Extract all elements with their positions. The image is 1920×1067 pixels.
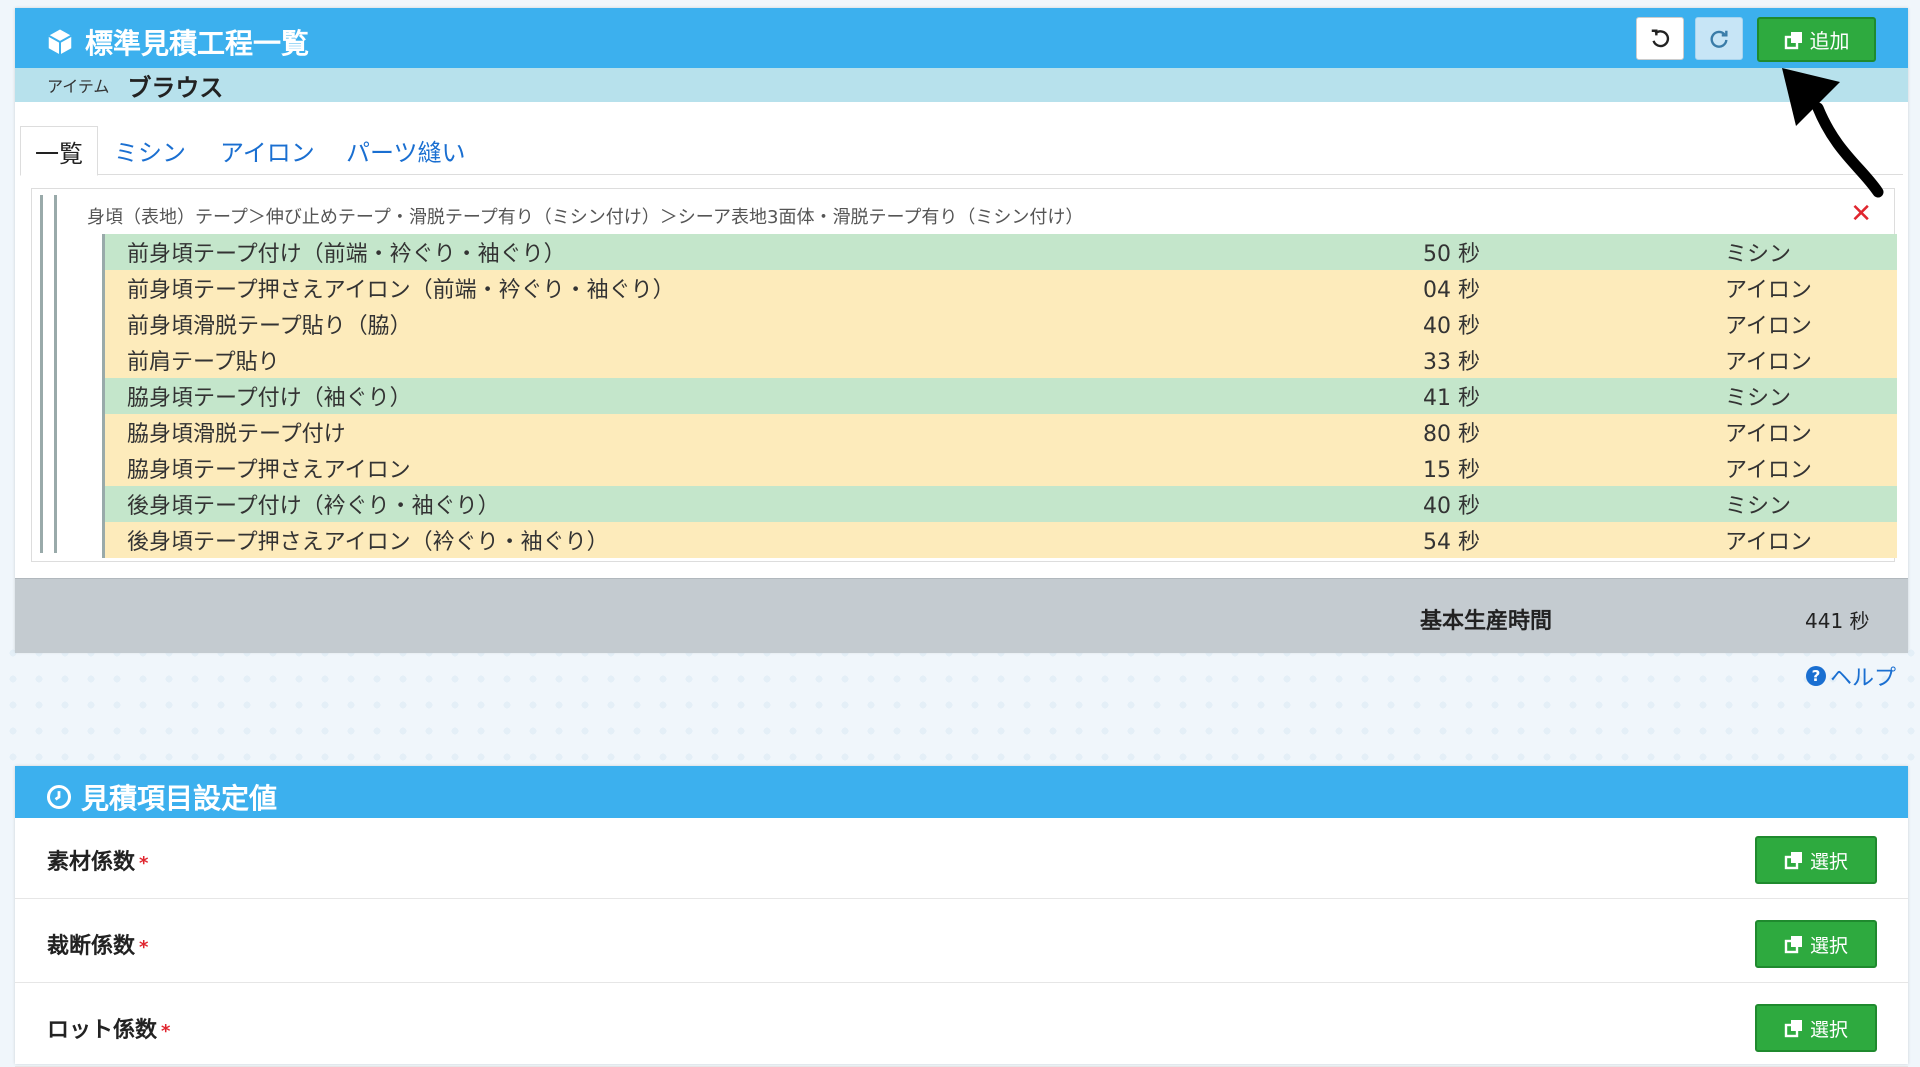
row-name: 脇身頃テープ付け（袖ぐり） xyxy=(127,386,412,411)
standard-process-panel: 標準見積工程一覧 追加 アイテム ブラウス 一覧 ミシン アイロン パーツ縫い … xyxy=(15,8,1908,653)
row-process: アイロン xyxy=(1725,314,1812,339)
required-mark: * xyxy=(139,853,149,874)
tree-line xyxy=(54,195,57,553)
row-name: 後身頃テープ押さえアイロン（衿ぐり・袖ぐり） xyxy=(127,530,609,555)
tree-line xyxy=(40,195,43,553)
field-label-text: 素材係数 xyxy=(47,850,136,875)
undo-icon xyxy=(1651,29,1670,47)
process-group: 身頃（表地）テープ＞伸び止めテープ・滑脱テープ有り（ミシン付け）＞シーア表地3面… xyxy=(31,188,1897,562)
question-icon: ? xyxy=(1806,666,1826,686)
item-bar: アイテム ブラウス xyxy=(15,68,1908,102)
row-time: 33 秒 xyxy=(1423,350,1480,375)
row-process: ミシン xyxy=(1725,386,1792,411)
copy-icon xyxy=(1784,852,1802,870)
panel-header: 見積項目設定値 xyxy=(15,766,1908,818)
field-row-cutting: 裁断係数 * 選択 xyxy=(15,902,1908,983)
help-link[interactable]: ? ヘルプ xyxy=(1806,660,1896,692)
field-label-text: 裁断係数 xyxy=(47,934,136,959)
row-process: アイロン xyxy=(1725,278,1812,303)
row-name: 脇身頃テープ押さえアイロン xyxy=(127,458,411,483)
row-name: 後身頃テープ付け（衿ぐり・袖ぐり） xyxy=(127,494,500,519)
table-row[interactable]: 前肩テープ貼り 33 秒 アイロン xyxy=(105,342,1897,378)
select-button-label: 選択 xyxy=(1809,1018,1848,1041)
field-row-material: 素材係数 * 選択 xyxy=(15,818,1908,899)
table-row[interactable]: 脇身頃テープ付け（袖ぐり） 41 秒 ミシン xyxy=(105,378,1897,414)
select-button[interactable]: 選択 xyxy=(1755,920,1877,968)
select-button-label: 選択 xyxy=(1809,934,1848,957)
row-process: アイロン xyxy=(1725,458,1812,483)
required-mark: * xyxy=(161,1021,171,1042)
row-time: 41 秒 xyxy=(1423,386,1480,411)
panel-title-text: 標準見積工程一覧 xyxy=(85,27,310,60)
field-label: 素材係数 * xyxy=(47,844,148,876)
row-process: アイロン xyxy=(1725,350,1812,375)
table-row[interactable]: 後身頃テープ付け（衿ぐり・袖ぐり） 40 秒 ミシン xyxy=(105,486,1897,522)
tab-iron[interactable]: アイロン xyxy=(206,126,329,174)
item-value: ブラウス xyxy=(127,73,224,102)
select-button[interactable]: 選択 xyxy=(1755,836,1877,884)
row-name: 前身頃テープ付け（前端・衿ぐり・袖ぐり） xyxy=(127,242,566,267)
panel-header: 標準見積工程一覧 追加 xyxy=(15,8,1908,68)
estimate-settings-panel: 見積項目設定値 素材係数 * 選択 裁断係数 * 選択 ロット係数 * 選択 xyxy=(15,766,1908,1067)
refresh-icon xyxy=(1710,30,1728,48)
row-process: ミシン xyxy=(1725,242,1792,267)
total-bar: 基本生産時間 441 秒 xyxy=(15,578,1908,653)
table-row[interactable]: 脇身頃テープ押さえアイロン 15 秒 アイロン xyxy=(105,450,1897,486)
required-mark: * xyxy=(139,937,149,958)
add-button-label: 追加 xyxy=(1809,29,1850,53)
field-row-lot: ロット係数 * 選択 xyxy=(15,986,1908,1067)
help-label: ヘルプ xyxy=(1830,666,1897,691)
copy-icon xyxy=(1784,31,1802,49)
process-tabs: 一覧 ミシン アイロン パーツ縫い xyxy=(20,114,1903,176)
tab-list[interactable]: 一覧 xyxy=(20,126,98,176)
row-name: 脇身頃滑脱テープ付け xyxy=(127,422,346,447)
field-label: 裁断係数 * xyxy=(47,928,148,960)
add-button[interactable]: 追加 xyxy=(1757,17,1876,62)
panel-title-text: 見積項目設定値 xyxy=(81,782,278,815)
cube-icon xyxy=(48,29,72,55)
process-rows: 前身頃テープ付け（前端・衿ぐり・袖ぐり） 50 秒 ミシン 前身頃テープ押さえア… xyxy=(102,234,1897,558)
refresh-button[interactable] xyxy=(1695,17,1743,60)
row-name: 前身頃テープ押さえアイロン（前端・衿ぐり・袖ぐり） xyxy=(127,278,675,303)
panel-title: 標準見積工程一覧 xyxy=(45,22,309,62)
tab-sewing[interactable]: ミシン xyxy=(100,126,200,174)
clock-icon xyxy=(46,784,72,810)
row-time: 80 秒 xyxy=(1423,422,1480,447)
select-button[interactable]: 選択 xyxy=(1755,1004,1877,1052)
row-name: 前身頃滑脱テープ貼り（脇） xyxy=(127,314,412,339)
total-value: 441 秒 xyxy=(1805,609,1870,633)
row-time: 40 秒 xyxy=(1423,494,1480,519)
row-time: 54 秒 xyxy=(1423,530,1480,555)
row-time: 50 秒 xyxy=(1423,242,1480,267)
table-row[interactable]: 前身頃テープ押さえアイロン（前端・衿ぐり・袖ぐり） 04 秒 アイロン xyxy=(105,270,1897,306)
annotation-arrow-icon xyxy=(1782,68,1884,198)
row-name: 前肩テープ貼り xyxy=(127,350,280,375)
row-time: 15 秒 xyxy=(1423,458,1480,483)
copy-icon xyxy=(1784,936,1802,954)
row-process: アイロン xyxy=(1725,530,1812,555)
field-label-text: ロット係数 xyxy=(47,1018,158,1043)
row-process: アイロン xyxy=(1725,422,1812,447)
undo-button[interactable] xyxy=(1636,17,1684,60)
tab-parts[interactable]: パーツ縫い xyxy=(332,126,480,174)
table-row[interactable]: 前身頃滑脱テープ貼り（脇） 40 秒 アイロン xyxy=(105,306,1897,342)
background-pattern xyxy=(0,640,1920,770)
table-row[interactable]: 前身頃テープ付け（前端・衿ぐり・袖ぐり） 50 秒 ミシン xyxy=(105,234,1897,270)
table-row[interactable]: 脇身頃滑脱テープ付け 80 秒 アイロン xyxy=(105,414,1897,450)
field-label: ロット係数 * xyxy=(47,1012,170,1044)
close-icon[interactable]: ✕ xyxy=(1850,201,1872,227)
total-label: 基本生産時間 xyxy=(1420,609,1553,634)
row-process: ミシン xyxy=(1725,494,1792,519)
copy-icon xyxy=(1784,1020,1802,1038)
row-time: 40 秒 xyxy=(1423,314,1480,339)
process-breadcrumb: 身頃（表地）テープ＞伸び止めテープ・滑脱テープ有り（ミシン付け）＞シーア表地3面… xyxy=(87,207,1084,228)
item-label: アイテム xyxy=(47,77,110,96)
row-time: 04 秒 xyxy=(1423,278,1480,303)
panel-title: 見積項目設定値 xyxy=(45,777,277,817)
select-button-label: 選択 xyxy=(1809,850,1848,873)
table-row[interactable]: 後身頃テープ押さえアイロン（衿ぐり・袖ぐり） 54 秒 アイロン xyxy=(105,522,1897,558)
